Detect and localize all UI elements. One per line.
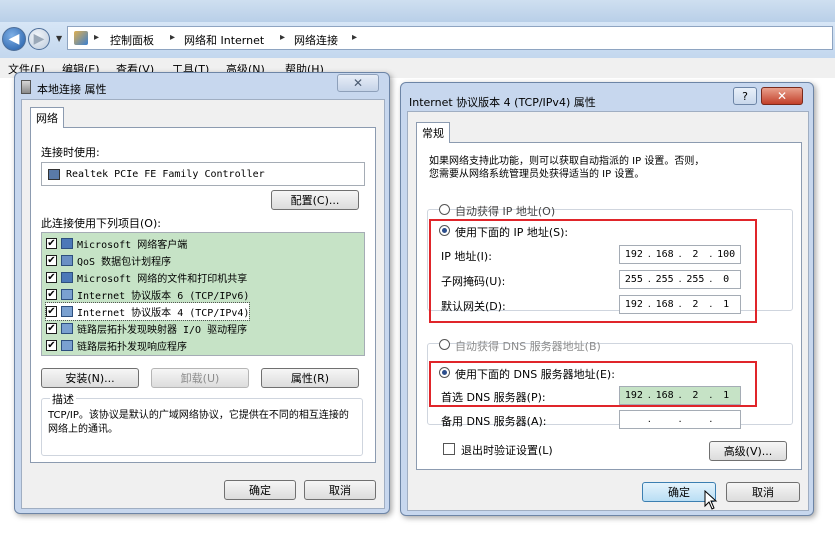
protocol-icon — [61, 323, 73, 334]
close-button[interactable]: ✕ — [761, 87, 803, 105]
breadcrumb-separator-icon: ▸ — [94, 32, 100, 43]
control-panel-icon — [74, 31, 88, 45]
close-button[interactable]: ✕ — [337, 74, 379, 92]
list-item[interactable]: ✔ 链路层拓扑发现响应程序 — [46, 337, 187, 354]
protocol-icon — [61, 306, 73, 317]
advanced-button[interactable]: 高级(V)... — [709, 441, 787, 461]
general-tab-pane: 如果网络支持此功能，则可以获取自动指派的 IP 设置。否则， 您需要从网络系统管… — [416, 142, 802, 470]
configure-button[interactable]: 配置(C)... — [271, 190, 359, 210]
item-checkbox[interactable]: ✔ — [46, 289, 57, 300]
list-item[interactable]: ✔ Internet 协议版本 6 (TCP/IPv6) — [46, 286, 249, 303]
octet-separator: . — [647, 414, 651, 425]
dialog-title: Internet 协议版本 4 (TCP/IPv4) 属性 — [409, 96, 596, 109]
item-label: 链路层拓扑发现响应程序 — [77, 342, 187, 353]
intro-line-1: 如果网络支持此功能，则可以获取自动指派的 IP 设置。否则， — [429, 156, 705, 167]
ip-highlight-frame — [429, 219, 757, 323]
breadcrumb-network-internet[interactable]: 网络和 Internet — [184, 32, 264, 48]
local-connection-properties-dialog: 本地连接 属性 ✕ 网络 连接时使用: Realtek PCIe FE Fami… — [14, 72, 390, 514]
protocol-icon — [61, 340, 73, 351]
octet-separator: . — [678, 414, 682, 425]
item-label: Internet 协议版本 4 (TCP/IPv4) — [77, 308, 250, 319]
item-checkbox[interactable]: ✔ — [46, 340, 57, 351]
install-button[interactable]: 安装(N)... — [41, 368, 139, 388]
item-label: Microsoft 网络客户端 — [77, 240, 188, 251]
arrow-left-icon: ◀ — [8, 31, 20, 47]
help-button[interactable]: ? — [733, 87, 757, 105]
intro-line-2: 您需要从网络系统管理员处获得适当的 IP 设置。 — [429, 169, 645, 180]
item-checkbox[interactable]: ✔ — [46, 255, 57, 266]
recent-pages-dropdown[interactable]: ▼ — [56, 34, 64, 43]
network-adapter-icon — [21, 80, 31, 94]
cancel-button[interactable]: 取消 — [304, 480, 376, 500]
address-bar[interactable]: ▸ 控制面板 ▸ 网络和 Internet ▸ 网络连接 ▸ — [67, 26, 833, 50]
properties-button[interactable]: 属性(R) — [261, 368, 359, 388]
chevron-down-icon: ▼ — [56, 34, 63, 43]
ok-button[interactable]: 确定 — [224, 480, 296, 500]
item-checkbox[interactable]: ✔ — [46, 306, 57, 317]
adapter-name: Realtek PCIe FE Family Controller — [66, 168, 265, 180]
item-label: Microsoft 网络的文件和打印机共享 — [77, 274, 248, 285]
list-item[interactable]: ✔ Microsoft 网络客户端 — [46, 235, 187, 252]
item-checkbox[interactable]: ✔ — [46, 272, 57, 283]
back-button[interactable]: ◀ — [2, 27, 26, 51]
network-card-icon — [48, 168, 60, 180]
dialog-title: 本地连接 属性 — [37, 83, 107, 96]
help-icon: ? — [742, 89, 748, 103]
auto-dns-radio[interactable] — [439, 339, 450, 350]
adapter-field: Realtek PCIe FE Family Controller — [41, 162, 365, 186]
validate-checkbox[interactable] — [443, 443, 455, 455]
tab-general[interactable]: 常规 — [416, 122, 450, 143]
intro-text: 如果网络支持此功能，则可以获取自动指派的 IP 设置。否则， 您需要从网络系统管… — [429, 155, 704, 181]
arrow-right-icon: ▶ — [33, 31, 45, 47]
cancel-button[interactable]: 取消 — [726, 482, 800, 502]
description-text: TCP/IP。该协议是默认的广域网络协议，它提供在不同的相互连接的网络上的通讯。 — [48, 410, 349, 435]
uninstall-button: 卸载(U) — [151, 368, 249, 388]
breadcrumb-network-connections[interactable]: 网络连接 — [294, 32, 338, 48]
validate-label: 退出时验证设置(L) — [461, 444, 553, 457]
close-icon: ✕ — [352, 76, 364, 90]
description-group: 描述 TCP/IP。该协议是默认的广域网络协议，它提供在不同的相互连接的网络上的… — [41, 391, 363, 456]
alternate-dns-label: 备用 DNS 服务器(A): — [441, 415, 547, 428]
dialog-client-area: 常规 如果网络支持此功能，则可以获取自动指派的 IP 设置。否则， 您需要从网络… — [407, 111, 809, 511]
protocol-icon — [61, 289, 73, 300]
list-item[interactable]: ✔ 链路层拓扑发现映射器 I/O 驱动程序 — [46, 320, 247, 337]
tab-network[interactable]: 网络 — [30, 107, 64, 128]
explorer-nav-bar: ◀ ▶ ▼ ▸ 控制面板 ▸ 网络和 Internet ▸ 网络连接 ▸ — [0, 22, 835, 59]
list-item[interactable]: ✔ Internet 协议版本 4 (TCP/IPv4) — [44, 302, 251, 321]
alternate-dns-input[interactable]: . . . — [619, 410, 741, 429]
item-label: 链路层拓扑发现映射器 I/O 驱动程序 — [77, 325, 248, 336]
octet-separator: . — [709, 414, 713, 425]
item-checkbox[interactable]: ✔ — [46, 238, 57, 249]
breadcrumb-control-panel[interactable]: 控制面板 — [110, 32, 154, 48]
description-title: 描述 — [50, 391, 76, 407]
auto-ip-radio[interactable] — [439, 204, 450, 215]
dns-highlight-frame — [429, 361, 757, 407]
connect-using-label: 连接时使用: — [41, 146, 100, 159]
item-label: Internet 协议版本 6 (TCP/IPv6) — [77, 291, 250, 302]
list-item[interactable]: ✔ QoS 数据包计划程序 — [46, 252, 171, 269]
dialog-client-area: 网络 连接时使用: Realtek PCIe FE Family Control… — [21, 99, 385, 509]
explorer-title-strip — [0, 0, 835, 22]
qos-scheduler-icon — [61, 255, 73, 266]
auto-ip-label: 自动获得 IP 地址(O) — [455, 205, 556, 218]
list-item[interactable]: ✔ Microsoft 网络的文件和打印机共享 — [46, 269, 247, 286]
forward-button[interactable]: ▶ — [28, 28, 50, 50]
items-label: 此连接使用下列项目(O): — [41, 217, 161, 230]
breadcrumb-separator-icon: ▸ — [170, 32, 176, 43]
breadcrumb-separator-icon: ▸ — [352, 32, 358, 43]
mouse-cursor-icon — [704, 490, 718, 510]
network-tab-pane: 连接时使用: Realtek PCIe FE Family Controller… — [30, 127, 376, 463]
close-icon: ✕ — [776, 89, 788, 103]
item-label: QoS 数据包计划程序 — [77, 257, 172, 268]
network-client-icon — [61, 238, 73, 249]
file-printer-sharing-icon — [61, 272, 73, 283]
auto-dns-label: 自动获得 DNS 服务器地址(B) — [455, 340, 601, 353]
item-checkbox[interactable]: ✔ — [46, 323, 57, 334]
items-list: ✔ Microsoft 网络客户端 ✔ QoS 数据包计划程序 ✔ Microsoft 网… — [41, 232, 365, 356]
ipv4-properties-dialog: Internet 协议版本 4 (TCP/IPv4) 属性 ? ✕ 常规 如果网… — [400, 82, 814, 516]
breadcrumb-separator-icon: ▸ — [280, 32, 286, 43]
